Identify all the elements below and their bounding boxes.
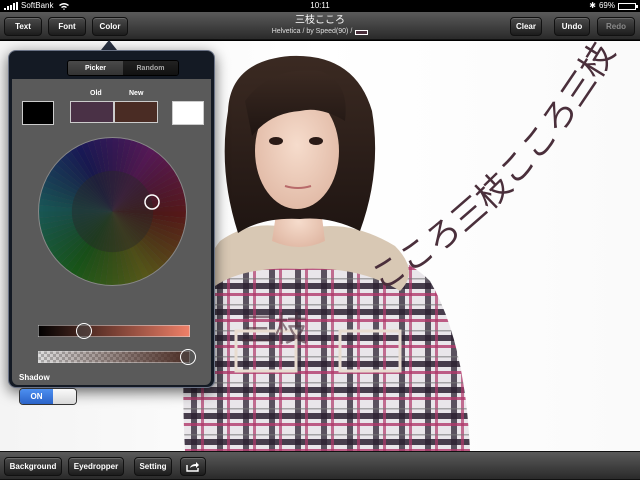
shadow-toggle-knob — [53, 389, 76, 404]
black-swatch[interactable] — [22, 101, 54, 125]
document-title-block: 三枝こころ Helvetica / by Speed(90) / — [220, 15, 420, 37]
color-picker-panel: Picker Random Old New Shadow ON — [12, 60, 211, 405]
tab-random[interactable]: Random — [123, 61, 178, 75]
color-popover: Picker Random Old New Shadow ON — [8, 50, 215, 405]
baseline-text: 三枝 — [240, 310, 308, 350]
share-button[interactable] — [180, 457, 206, 476]
status-right: ✱ 69% — [589, 0, 638, 12]
curved-text: こころ三枝こころ三枝 — [364, 41, 623, 299]
status-time: 10:11 — [310, 1, 330, 10]
share-icon — [186, 462, 199, 472]
document-title: 三枝こころ — [295, 15, 345, 26]
status-bar: SoftBank 10:11 ✱ 69% — [0, 0, 640, 12]
eyedropper-button[interactable]: Eyedropper — [68, 457, 124, 476]
setting-button[interactable]: Setting — [134, 457, 172, 476]
opacity-slider-handle[interactable] — [180, 349, 196, 365]
shadow-toggle-on-label: ON — [20, 389, 53, 404]
battery-icon — [618, 2, 638, 10]
battery-percent: 69% — [598, 1, 615, 10]
picker-tabs: Picker Random — [67, 60, 179, 76]
old-label: Old — [90, 90, 102, 97]
redo-button[interactable]: Redo — [597, 17, 635, 36]
document-subtitle-row: Helvetica / by Speed(90) / — [220, 27, 420, 37]
brightness-slider-handle[interactable] — [75, 323, 92, 339]
new-label: New — [129, 90, 144, 97]
new-color-swatch — [114, 101, 158, 123]
old-color-swatch[interactable] — [70, 101, 114, 123]
bottom-toolbar: Background Eyedropper Setting — [0, 451, 640, 480]
white-swatch[interactable] — [172, 101, 204, 125]
color-button[interactable]: Color — [92, 17, 128, 36]
document-subtitle: Helvetica / by Speed(90) / — [271, 28, 353, 35]
popover-arrow — [101, 40, 117, 50]
color-wheel[interactable] — [37, 136, 188, 287]
undo-button[interactable]: Undo — [554, 17, 590, 36]
brightness-slider[interactable] — [38, 325, 190, 337]
tab-picker[interactable]: Picker — [68, 61, 123, 75]
opacity-slider[interactable] — [38, 351, 190, 363]
clear-button[interactable]: Clear — [510, 17, 542, 36]
bluetooth-icon: ✱ — [589, 1, 596, 10]
background-button[interactable]: Background — [4, 457, 62, 476]
text-color-swatch — [355, 29, 369, 35]
font-button[interactable]: Font — [48, 17, 86, 36]
curved-text-path: こころ三枝こころ三枝 — [364, 41, 623, 299]
text-button[interactable]: Text — [4, 17, 42, 36]
top-toolbar: Text Font Color 三枝こころ Helvetica / by Spe… — [0, 12, 640, 40]
shadow-label: Shadow — [19, 373, 50, 382]
shadow-toggle[interactable]: ON — [19, 388, 77, 405]
